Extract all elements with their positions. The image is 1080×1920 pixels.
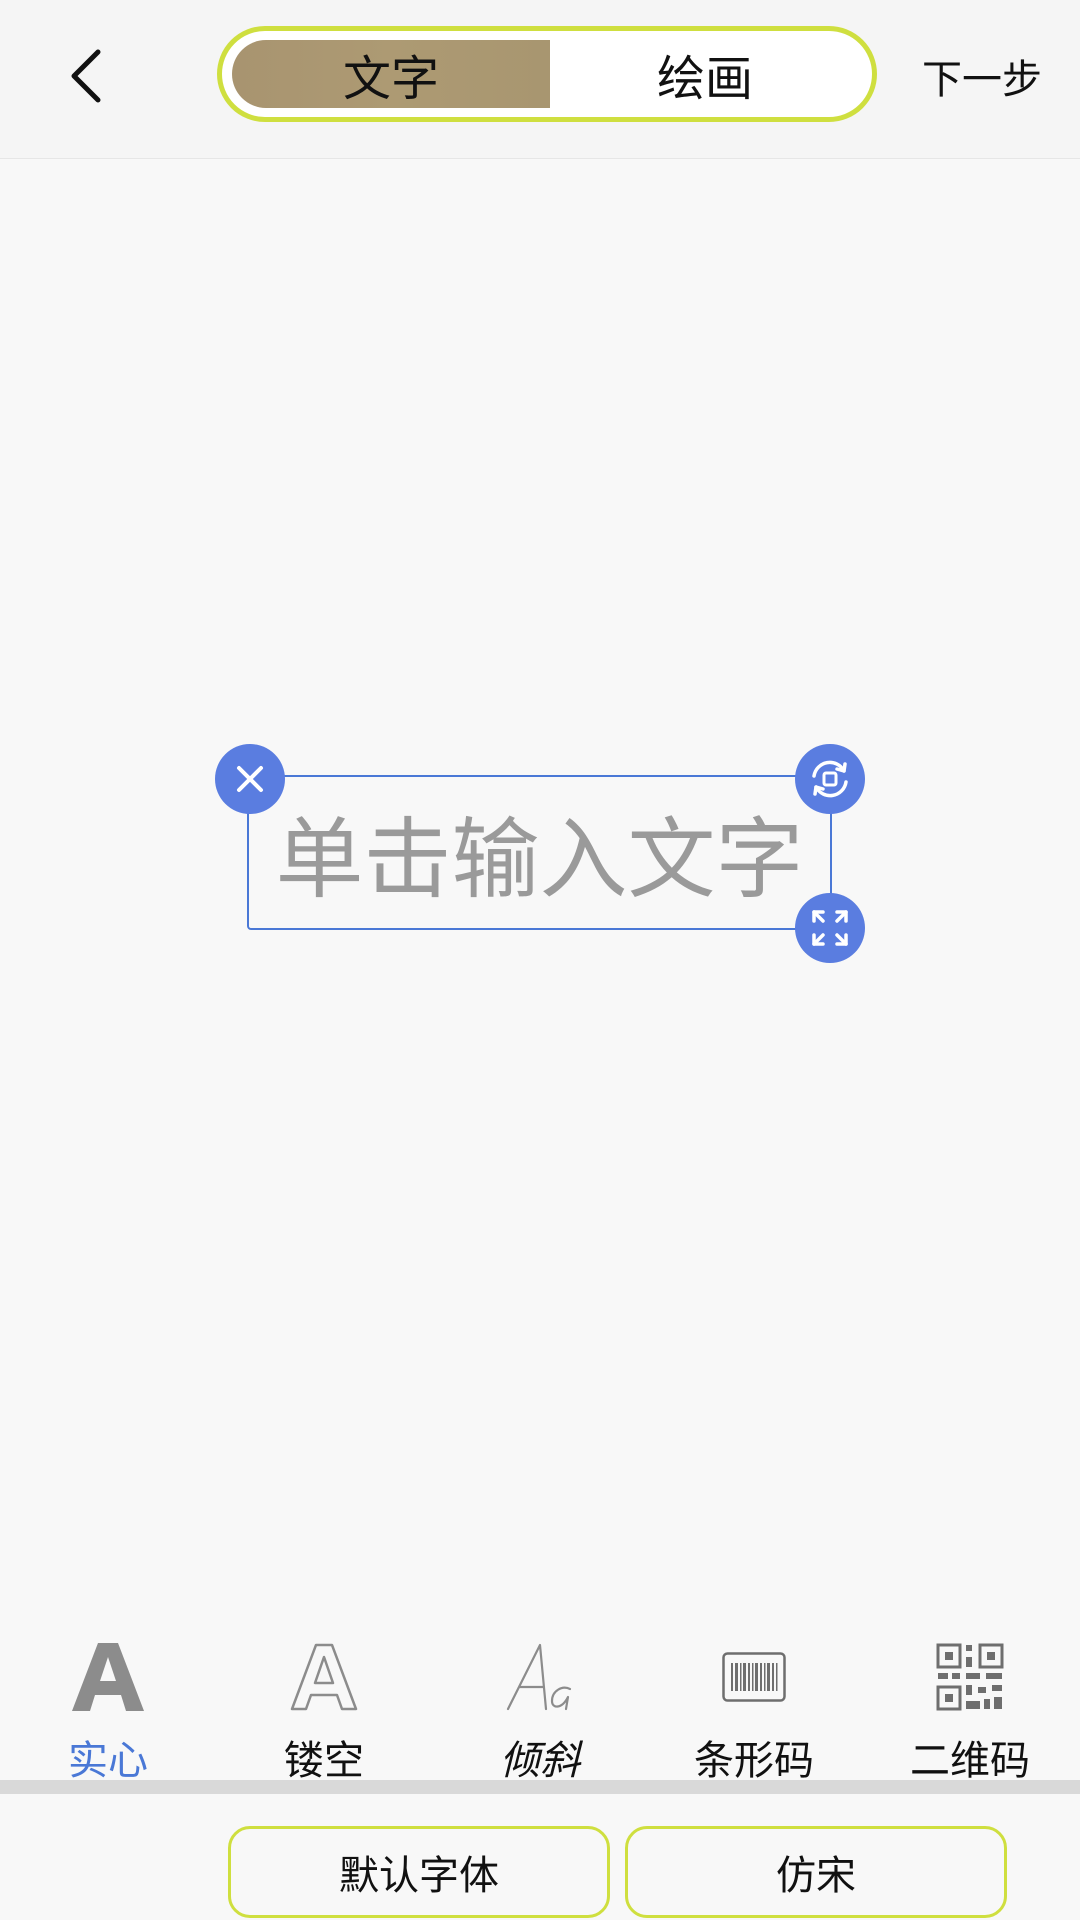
style-qrcode-label: 二维码 (910, 1738, 1030, 1784)
style-italic-label: 倾斜 (500, 1738, 580, 1784)
style-outline[interactable]: 镂空 (234, 1620, 414, 1784)
style-solid[interactable]: 实心 (18, 1620, 198, 1784)
solid-a-icon (18, 1632, 198, 1722)
top-bar: 文字 绘画 下一步 (0, 0, 1080, 159)
outline-a-icon (234, 1632, 414, 1722)
divider (0, 1780, 1080, 1794)
barcode-icon (664, 1632, 844, 1722)
next-step-button[interactable]: 下一步 (922, 46, 1042, 106)
tab-text[interactable]: 文字 (232, 40, 550, 108)
font-bar: 默认字体 仿宋 (0, 1794, 1080, 1920)
expand-icon (812, 910, 848, 946)
chevron-left-icon (71, 49, 101, 103)
style-solid-label: 实心 (68, 1738, 148, 1784)
text-style-bar: 实心 镂空 倾斜 条形码 二维码 (0, 1620, 1080, 1784)
delete-handle[interactable] (215, 744, 285, 814)
tab-drawing-label: 绘画 (656, 51, 753, 107)
tab-text-label: 文字 (342, 51, 439, 107)
qrcode-icon (880, 1632, 1060, 1722)
scale-handle[interactable] (795, 893, 865, 963)
tab-drawing[interactable]: 绘画 (550, 40, 860, 108)
rotate-icon (812, 760, 848, 798)
font-fangsong-button[interactable]: 仿宋 (625, 1826, 1007, 1918)
style-qrcode[interactable]: 二维码 (880, 1620, 1060, 1784)
font-default-button[interactable]: 默认字体 (228, 1826, 610, 1918)
close-icon (237, 766, 263, 792)
text-input-box[interactable]: 单击输入文字 (247, 775, 832, 930)
rotate-handle[interactable] (795, 744, 865, 814)
back-button[interactable] (50, 40, 122, 112)
style-barcode-label: 条形码 (694, 1738, 814, 1784)
italic-aa-icon (450, 1632, 630, 1722)
text-placeholder: 单击输入文字 (275, 808, 804, 911)
mode-toggle: 文字 绘画 (217, 26, 877, 122)
style-outline-label: 镂空 (284, 1738, 364, 1784)
style-italic[interactable]: 倾斜 (450, 1620, 630, 1784)
style-barcode[interactable]: 条形码 (664, 1620, 844, 1784)
